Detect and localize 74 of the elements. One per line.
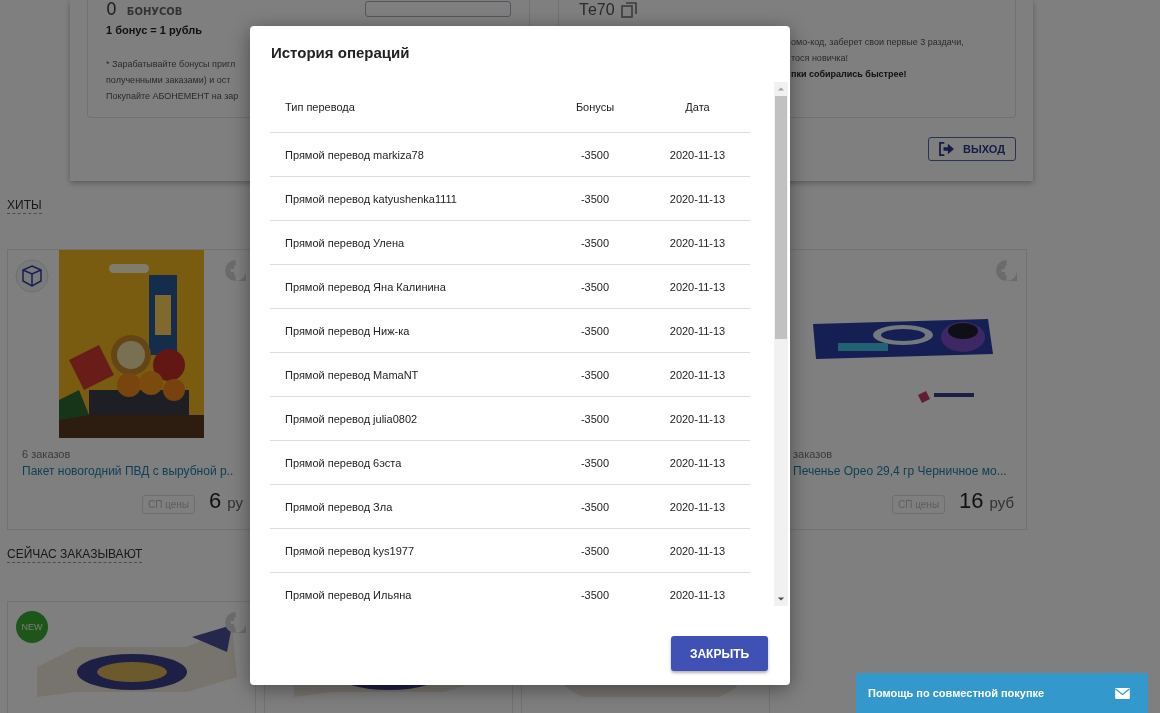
- section-title: ХИТЫ: [7, 198, 42, 214]
- table-cell: -3500: [545, 396, 645, 441]
- currency: ру: [227, 494, 243, 511]
- table-cell: 2020-11-13: [645, 308, 750, 353]
- table-cell: 2020-11-13: [645, 132, 750, 177]
- logout-button[interactable]: ВЫХОД: [928, 137, 1016, 161]
- table-cell: 2020-11-13: [645, 440, 750, 485]
- table-cell: Прямой перевод Ниж-ка: [270, 308, 545, 353]
- column-header: Бонусы: [545, 82, 645, 133]
- table-cell: Прямой перевод Яна Калинина: [270, 264, 545, 309]
- scrollbar[interactable]: [774, 82, 788, 606]
- table-cell: 2020-11-13: [645, 220, 750, 265]
- note-line: пки собирались быстрее!: [791, 68, 907, 81]
- table-cell: -3500: [545, 528, 645, 573]
- table-cell: Прямой перевод 6эста: [270, 440, 545, 485]
- note-line: тося новичка!: [791, 52, 848, 65]
- table-cell: Прямой перевод Зла: [270, 484, 545, 529]
- help-label: Помощь по совместной покупке: [868, 687, 1045, 699]
- table-cell: 2020-11-13: [645, 572, 750, 606]
- bonus-count: 0: [106, 1, 117, 18]
- scroll-down-icon[interactable]: [777, 596, 785, 602]
- dialog-title: История операций: [271, 44, 411, 63]
- column-header: Дата: [645, 82, 750, 133]
- table-cell: -3500: [545, 308, 645, 353]
- table-cell: Прямой перевод kys1977: [270, 528, 545, 573]
- table-cell: Прямой перевод markiza78: [270, 132, 545, 177]
- order-count: заказов: [793, 448, 834, 460]
- column-header: Тип перевода: [270, 82, 545, 133]
- table-cell: Прямой перевод Улена: [270, 220, 545, 265]
- exit-icon: [939, 142, 955, 156]
- table-cell: -3500: [545, 572, 645, 606]
- bonus-unit: БОНУСОВ: [126, 6, 183, 17]
- table-cell: 2020-11-13: [645, 396, 750, 441]
- table-cell: 2020-11-13: [645, 264, 750, 309]
- add-icon[interactable]: [224, 611, 247, 634]
- table-cell: -3500: [545, 176, 645, 221]
- table-cell: Прямой перевод katyushenka1111: [270, 176, 545, 221]
- order-count: 6 заказов: [22, 448, 72, 460]
- table-cell: Прямой перевод julia0802: [270, 396, 545, 441]
- table-cell: -3500: [545, 132, 645, 177]
- mail-icon: [1115, 687, 1130, 699]
- product-card[interactable]: NEW: [7, 601, 256, 713]
- box-icon: [15, 259, 49, 293]
- product-title[interactable]: Печенье Орео 29,4 гр Черничное мо...: [793, 464, 1014, 478]
- section-title: СЕЙЧАС ЗАКАЗЫВАЮТ: [7, 547, 143, 563]
- copy-icon[interactable]: [620, 2, 637, 18]
- promo-code: Те70: [579, 1, 615, 19]
- note-line: полученными заказами) и ост: [106, 74, 231, 87]
- help-bar[interactable]: Помощь по совместной покупке: [856, 673, 1148, 713]
- close-button[interactable]: ЗАКРЫТЬ: [671, 636, 768, 671]
- note-line: Покупайте АБОНЕМЕНТ на зар: [106, 90, 239, 103]
- note-line: омо-код, заберет свои первые 3 раздачи,: [791, 36, 964, 49]
- product-title[interactable]: Пакет новогодний ПВД с вырубной р..: [22, 464, 243, 478]
- add-icon[interactable]: [224, 259, 247, 282]
- scroll-up-icon[interactable]: [777, 86, 785, 92]
- bonus-rate: 1 бонус = 1 рубль: [106, 24, 203, 36]
- table-cell: 2020-11-13: [645, 176, 750, 221]
- table-cell: Прямой перевод MamaNT: [270, 352, 545, 397]
- table-cell: -3500: [545, 440, 645, 485]
- table-cell: Прямой перевод Ильяна: [270, 572, 545, 606]
- currency: руб: [989, 494, 1014, 511]
- new-badge: NEW: [16, 611, 48, 643]
- table-cell: 2020-11-13: [645, 352, 750, 397]
- table-cell: 2020-11-13: [645, 528, 750, 573]
- table-cell: -3500: [545, 220, 645, 265]
- table-cell: -3500: [545, 352, 645, 397]
- price: 6: [209, 488, 222, 514]
- note-line: * Зарабатывайте бонусы пригл: [106, 58, 236, 71]
- table-cell: -3500: [545, 484, 645, 529]
- price: 16: [959, 488, 984, 514]
- outlined-button[interactable]: [365, 1, 511, 17]
- scrollbar-thumb[interactable]: [775, 96, 787, 339]
- table-cell: -3500: [545, 264, 645, 309]
- table-cell: 2020-11-13: [645, 484, 750, 529]
